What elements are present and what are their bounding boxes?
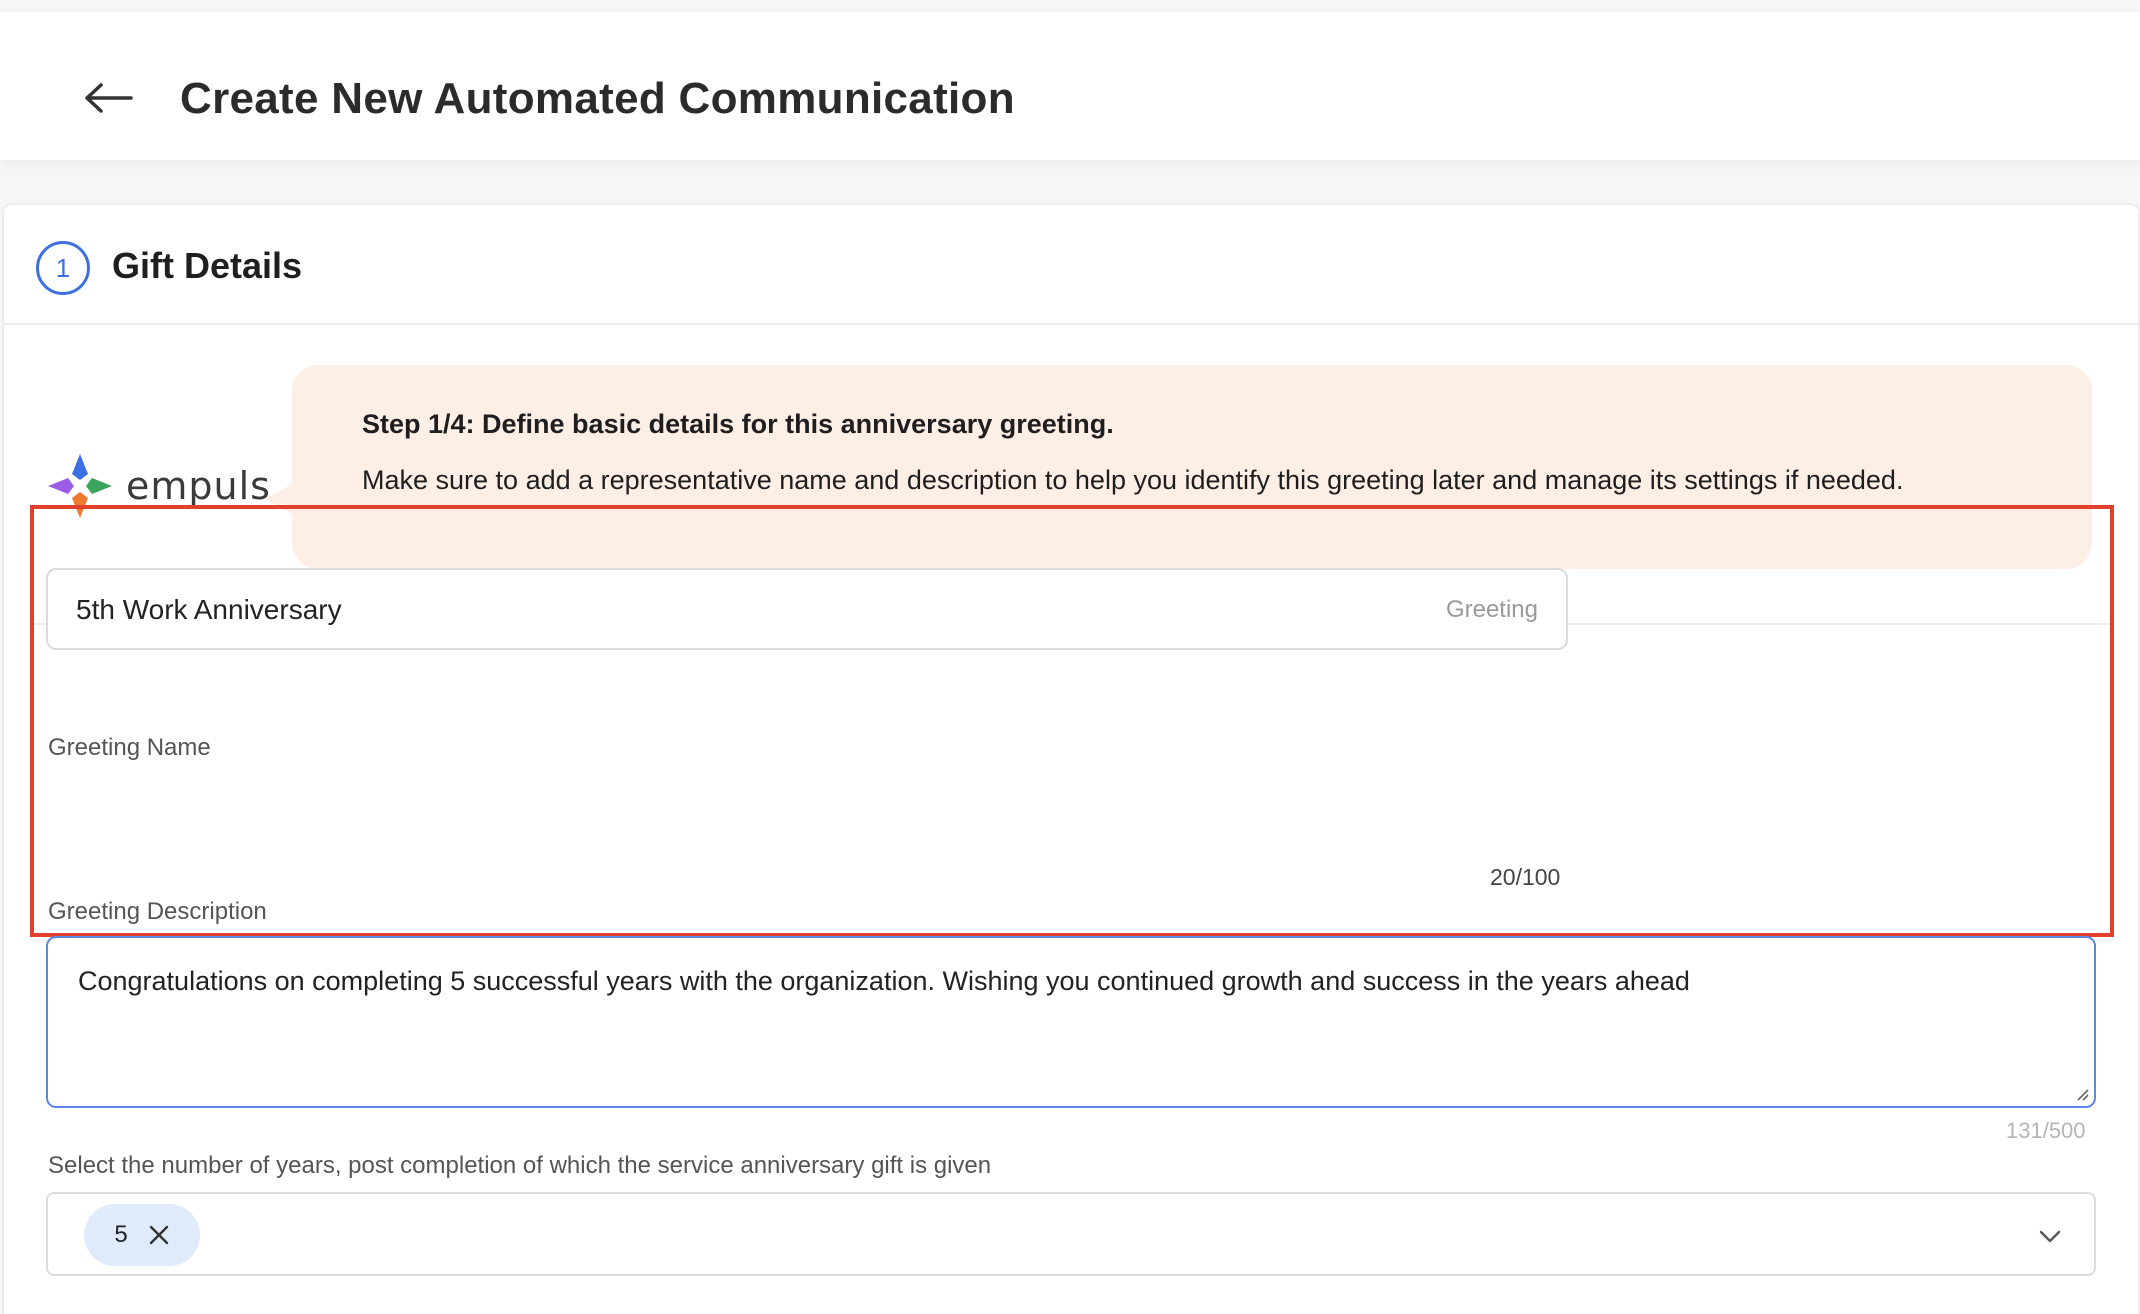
greeting-description-counter: 131/500 — [2006, 1118, 2086, 1143]
greeting-name-input[interactable]: 5th Work Anniversary Greeting — [46, 568, 1568, 650]
divider — [4, 323, 2140, 325]
greeting-description-value: Congratulations on completing 5 successf… — [78, 966, 1690, 996]
section-title: Gift Details — [112, 245, 303, 286]
info-bubble-title: Step 1/4: Define basic details for this … — [362, 409, 1114, 439]
logo-text: empuls — [126, 464, 271, 508]
chevron-down-icon[interactable] — [2036, 1222, 2064, 1250]
years-select[interactable]: 5 — [46, 1192, 2096, 1276]
years-select-label: Select the number of years, post complet… — [48, 1152, 992, 1179]
greeting-description-textarea[interactable]: Congratulations on completing 5 successf… — [46, 936, 2096, 1108]
close-icon — [149, 1225, 168, 1245]
greeting-name-suffix: Greeting — [1445, 596, 1538, 623]
arrow-left-icon — [85, 83, 133, 113]
step-number-badge: 1 — [36, 241, 90, 295]
greeting-name-value: 5th Work Anniversary — [76, 594, 342, 625]
page-title: Create New Automated Communication — [180, 74, 1015, 123]
chip-label: 5 — [114, 1221, 128, 1248]
back-button[interactable] — [80, 70, 136, 126]
greeting-name-counter: 20/100 — [1490, 864, 1561, 890]
resize-handle-icon[interactable] — [2074, 1086, 2090, 1102]
page-header: Create New Automated Communication — [0, 12, 2140, 160]
info-bubble-body: Make sure to add a representative name a… — [362, 465, 1904, 495]
remove-chip-button[interactable] — [148, 1224, 170, 1246]
year-chip: 5 — [84, 1204, 200, 1266]
greeting-name-label: Greeting Name — [48, 734, 211, 761]
greeting-description-label: Greeting Description — [48, 898, 267, 925]
